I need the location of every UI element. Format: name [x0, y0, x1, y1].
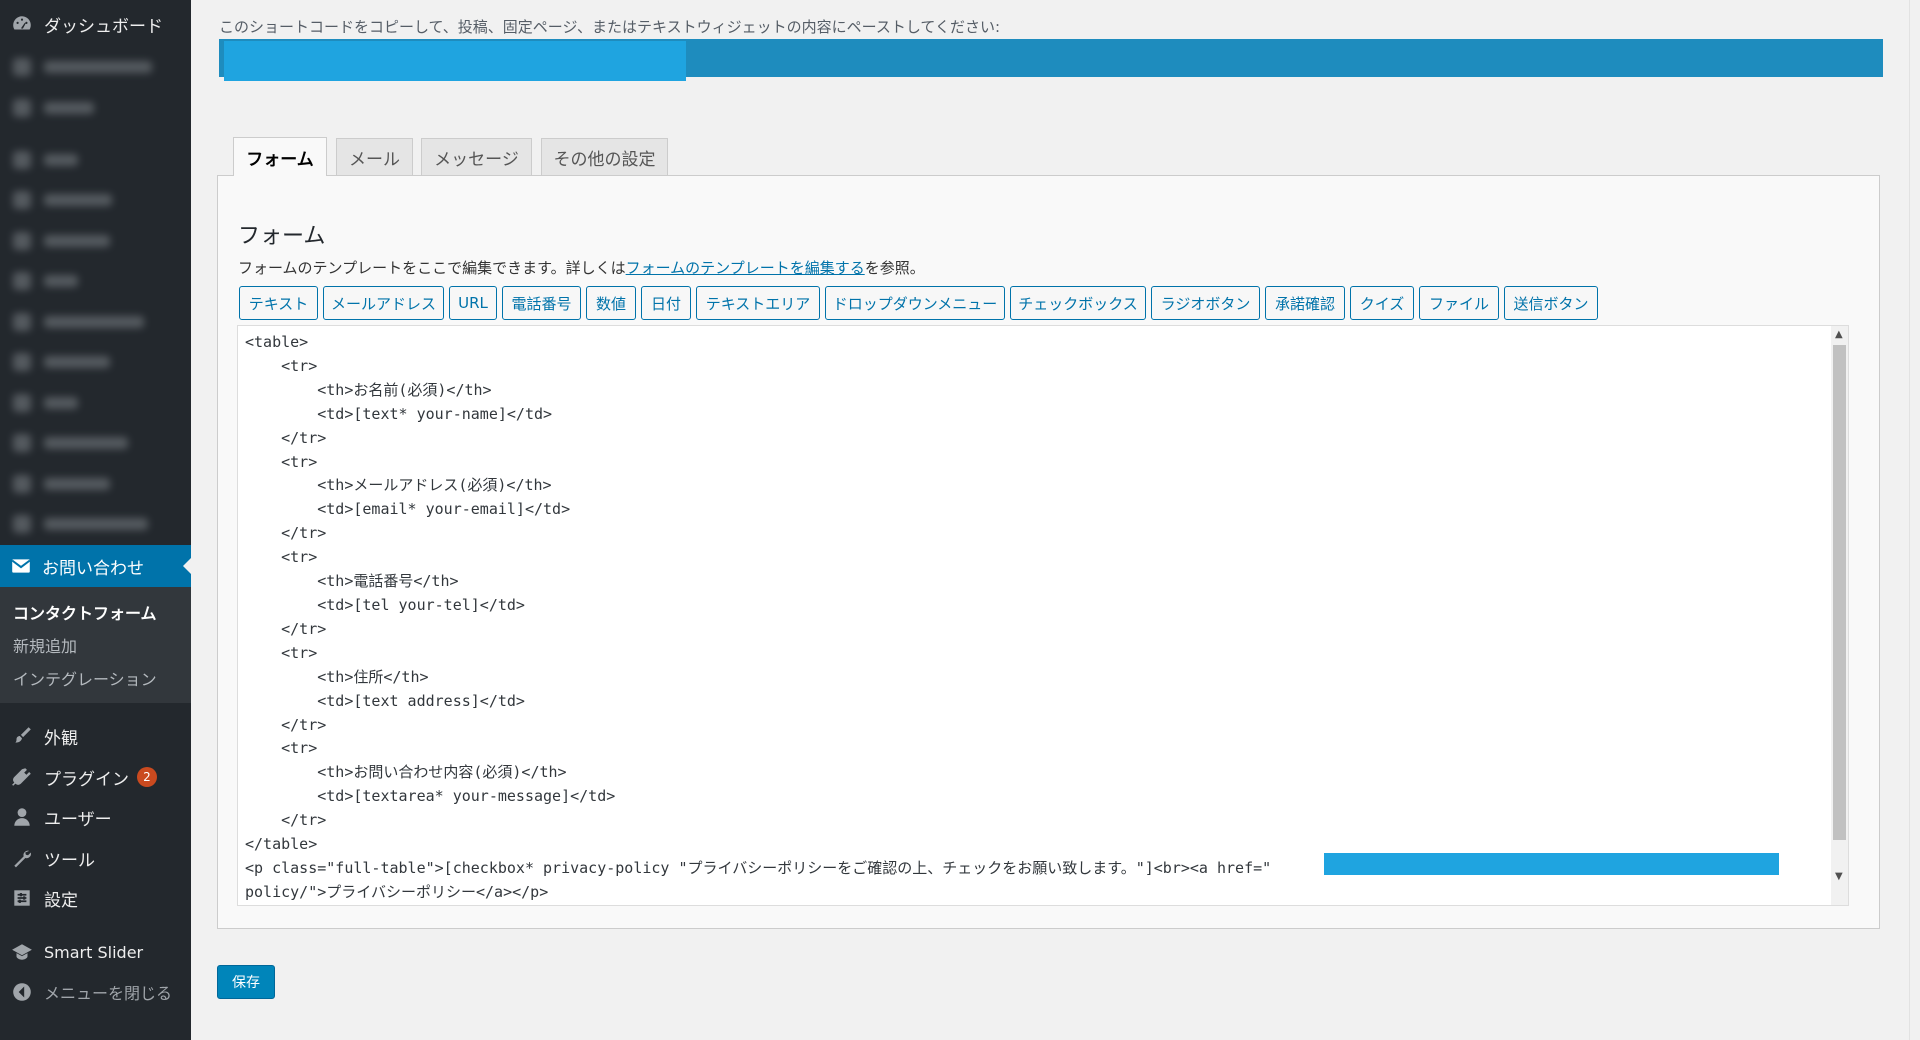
tag-button-email[interactable]: メールアドレス [323, 286, 444, 320]
form-template-code[interactable]: <table> <tr> <th>お名前(必須)</th> <td>[text*… [245, 331, 1271, 905]
sidebar-item-hidden-12[interactable] [0, 504, 191, 544]
sidebar-item-users[interactable]: ユーザー [0, 797, 191, 837]
sidebar-item-smart-slider[interactable]: Smart Slider [0, 932, 191, 972]
desc-text-after: を参照。 [864, 259, 925, 277]
collapse-arrow-icon [10, 980, 34, 1004]
sidebar-item-label: Smart Slider [44, 942, 144, 962]
sidebar-item-hidden-8[interactable] [0, 342, 191, 382]
sidebar-item-tools[interactable]: ツール [0, 838, 191, 878]
sidebar-item-hidden-7[interactable] [0, 302, 191, 342]
sidebar-item-appearance[interactable]: 外観 [0, 716, 191, 756]
admin-sidebar: ダッシュボード お問い合わせ コンタクトフォーム 新規追加 インテグレーション … [0, 0, 191, 1040]
tag-button-quiz[interactable]: クイズ [1350, 286, 1414, 320]
tag-button-number[interactable]: 数値 [586, 286, 636, 320]
tag-button-text[interactable]: テキスト [239, 286, 318, 320]
sidebar-item-settings[interactable]: 設定 [0, 878, 191, 918]
edit-template-link[interactable]: フォームのテンプレートを編集する [626, 259, 865, 277]
sidebar-item-label: ユーザー [44, 809, 112, 830]
shortcode-field[interactable] [219, 39, 1883, 81]
sidebar-item-hidden-3[interactable] [0, 140, 191, 180]
sidebar-item-label: お問い合わせ [42, 558, 144, 579]
sidebar-item-label: ツール [44, 850, 95, 871]
sidebar-item-label: メニューを閉じる [44, 984, 173, 1003]
form-description: フォームのテンプレートをここで編集できます。詳しくはフォームのテンプレートを編集… [238, 257, 925, 278]
sidebar-item-hidden-10[interactable] [0, 423, 191, 463]
sidebar-item-label: 外観 [44, 728, 78, 749]
editor-scroll-thumb[interactable] [1833, 345, 1846, 840]
sidebar-item-plugins[interactable]: プラグイン 2 [0, 757, 191, 797]
dashboard-icon [10, 12, 34, 36]
sidebar-item-label: プラグイン [44, 769, 129, 790]
tab-form[interactable]: フォーム [233, 137, 327, 176]
tag-button-submit[interactable]: 送信ボタン [1504, 286, 1598, 320]
redacted-url [1324, 853, 1779, 875]
sidebar-item-contact[interactable]: お問い合わせ [0, 545, 191, 587]
tag-button-checkbox[interactable]: チェックボックス [1010, 286, 1146, 320]
desc-text-before: フォームのテンプレートをここで編集できます。詳しくは [238, 259, 626, 277]
sidebar-item-hidden-9[interactable] [0, 383, 191, 423]
tag-button-date[interactable]: 日付 [641, 286, 691, 320]
sidebar-item-hidden-4[interactable] [0, 180, 191, 220]
form-panel: フォーム フォームのテンプレートをここで編集できます。詳しくはフォームのテンプレ… [217, 175, 1880, 929]
collapse-menu-button[interactable]: メニューを閉じる [0, 972, 191, 1012]
tag-button-acceptance[interactable]: 承諾確認 [1265, 286, 1345, 320]
paintbrush-icon [10, 724, 34, 748]
scroll-down-icon[interactable]: ▼ [1835, 871, 1843, 882]
editor-scrollbar[interactable]: ▲ ▼ [1831, 326, 1848, 905]
plugin-icon [10, 765, 34, 789]
form-section-title: フォーム [238, 224, 326, 249]
shortcode-hint-text: このショートコードをコピーして、投稿、固定ページ、またはテキストウィジェットの内… [219, 18, 1001, 36]
sidebar-item-hidden-1[interactable] [0, 47, 191, 87]
submenu-contact-forms[interactable]: コンタクトフォーム [13, 600, 157, 624]
tag-button-tel[interactable]: 電話番号 [502, 286, 581, 320]
tag-button-textarea[interactable]: テキストエリア [696, 286, 820, 320]
wrench-icon [10, 846, 34, 870]
sidebar-item-hidden-2[interactable] [0, 88, 191, 128]
sidebar-item-dashboard[interactable]: ダッシュボード [0, 4, 191, 44]
right-edge-panel [1909, 0, 1920, 1040]
mail-icon [10, 555, 32, 577]
tab-mail[interactable]: メール [336, 138, 413, 175]
plugins-update-badge: 2 [137, 767, 157, 787]
form-template-editor[interactable]: <table> <tr> <th>お名前(必須)</th> <td>[text*… [237, 325, 1849, 906]
submenu-integration[interactable]: インテグレーション [13, 666, 157, 690]
tab-additional-settings[interactable]: その他の設定 [541, 138, 668, 175]
tag-button-url[interactable]: URL [449, 286, 497, 320]
sidebar-item-hidden-11[interactable] [0, 464, 191, 504]
tag-button-radio[interactable]: ラジオボタン [1151, 286, 1260, 320]
sidebar-submenu: コンタクトフォーム 新規追加 インテグレーション [0, 587, 191, 703]
shortcode-selection [224, 41, 686, 81]
submenu-add-new[interactable]: 新規追加 [13, 633, 77, 657]
tag-button-dropdown[interactable]: ドロップダウンメニュー [825, 286, 1005, 320]
sidebar-item-label: 設定 [44, 890, 78, 911]
save-button[interactable]: 保存 [217, 965, 275, 999]
user-icon [10, 805, 34, 829]
tab-messages[interactable]: メッセージ [421, 138, 532, 175]
tag-button-file[interactable]: ファイル [1419, 286, 1499, 320]
sidebar-item-hidden-6[interactable] [0, 261, 191, 301]
graduation-cap-icon [10, 940, 34, 964]
settings-icon [10, 886, 34, 910]
sidebar-item-label: ダッシュボード [44, 16, 163, 37]
scroll-up-icon[interactable]: ▲ [1835, 329, 1843, 340]
sidebar-item-hidden-5[interactable] [0, 221, 191, 261]
